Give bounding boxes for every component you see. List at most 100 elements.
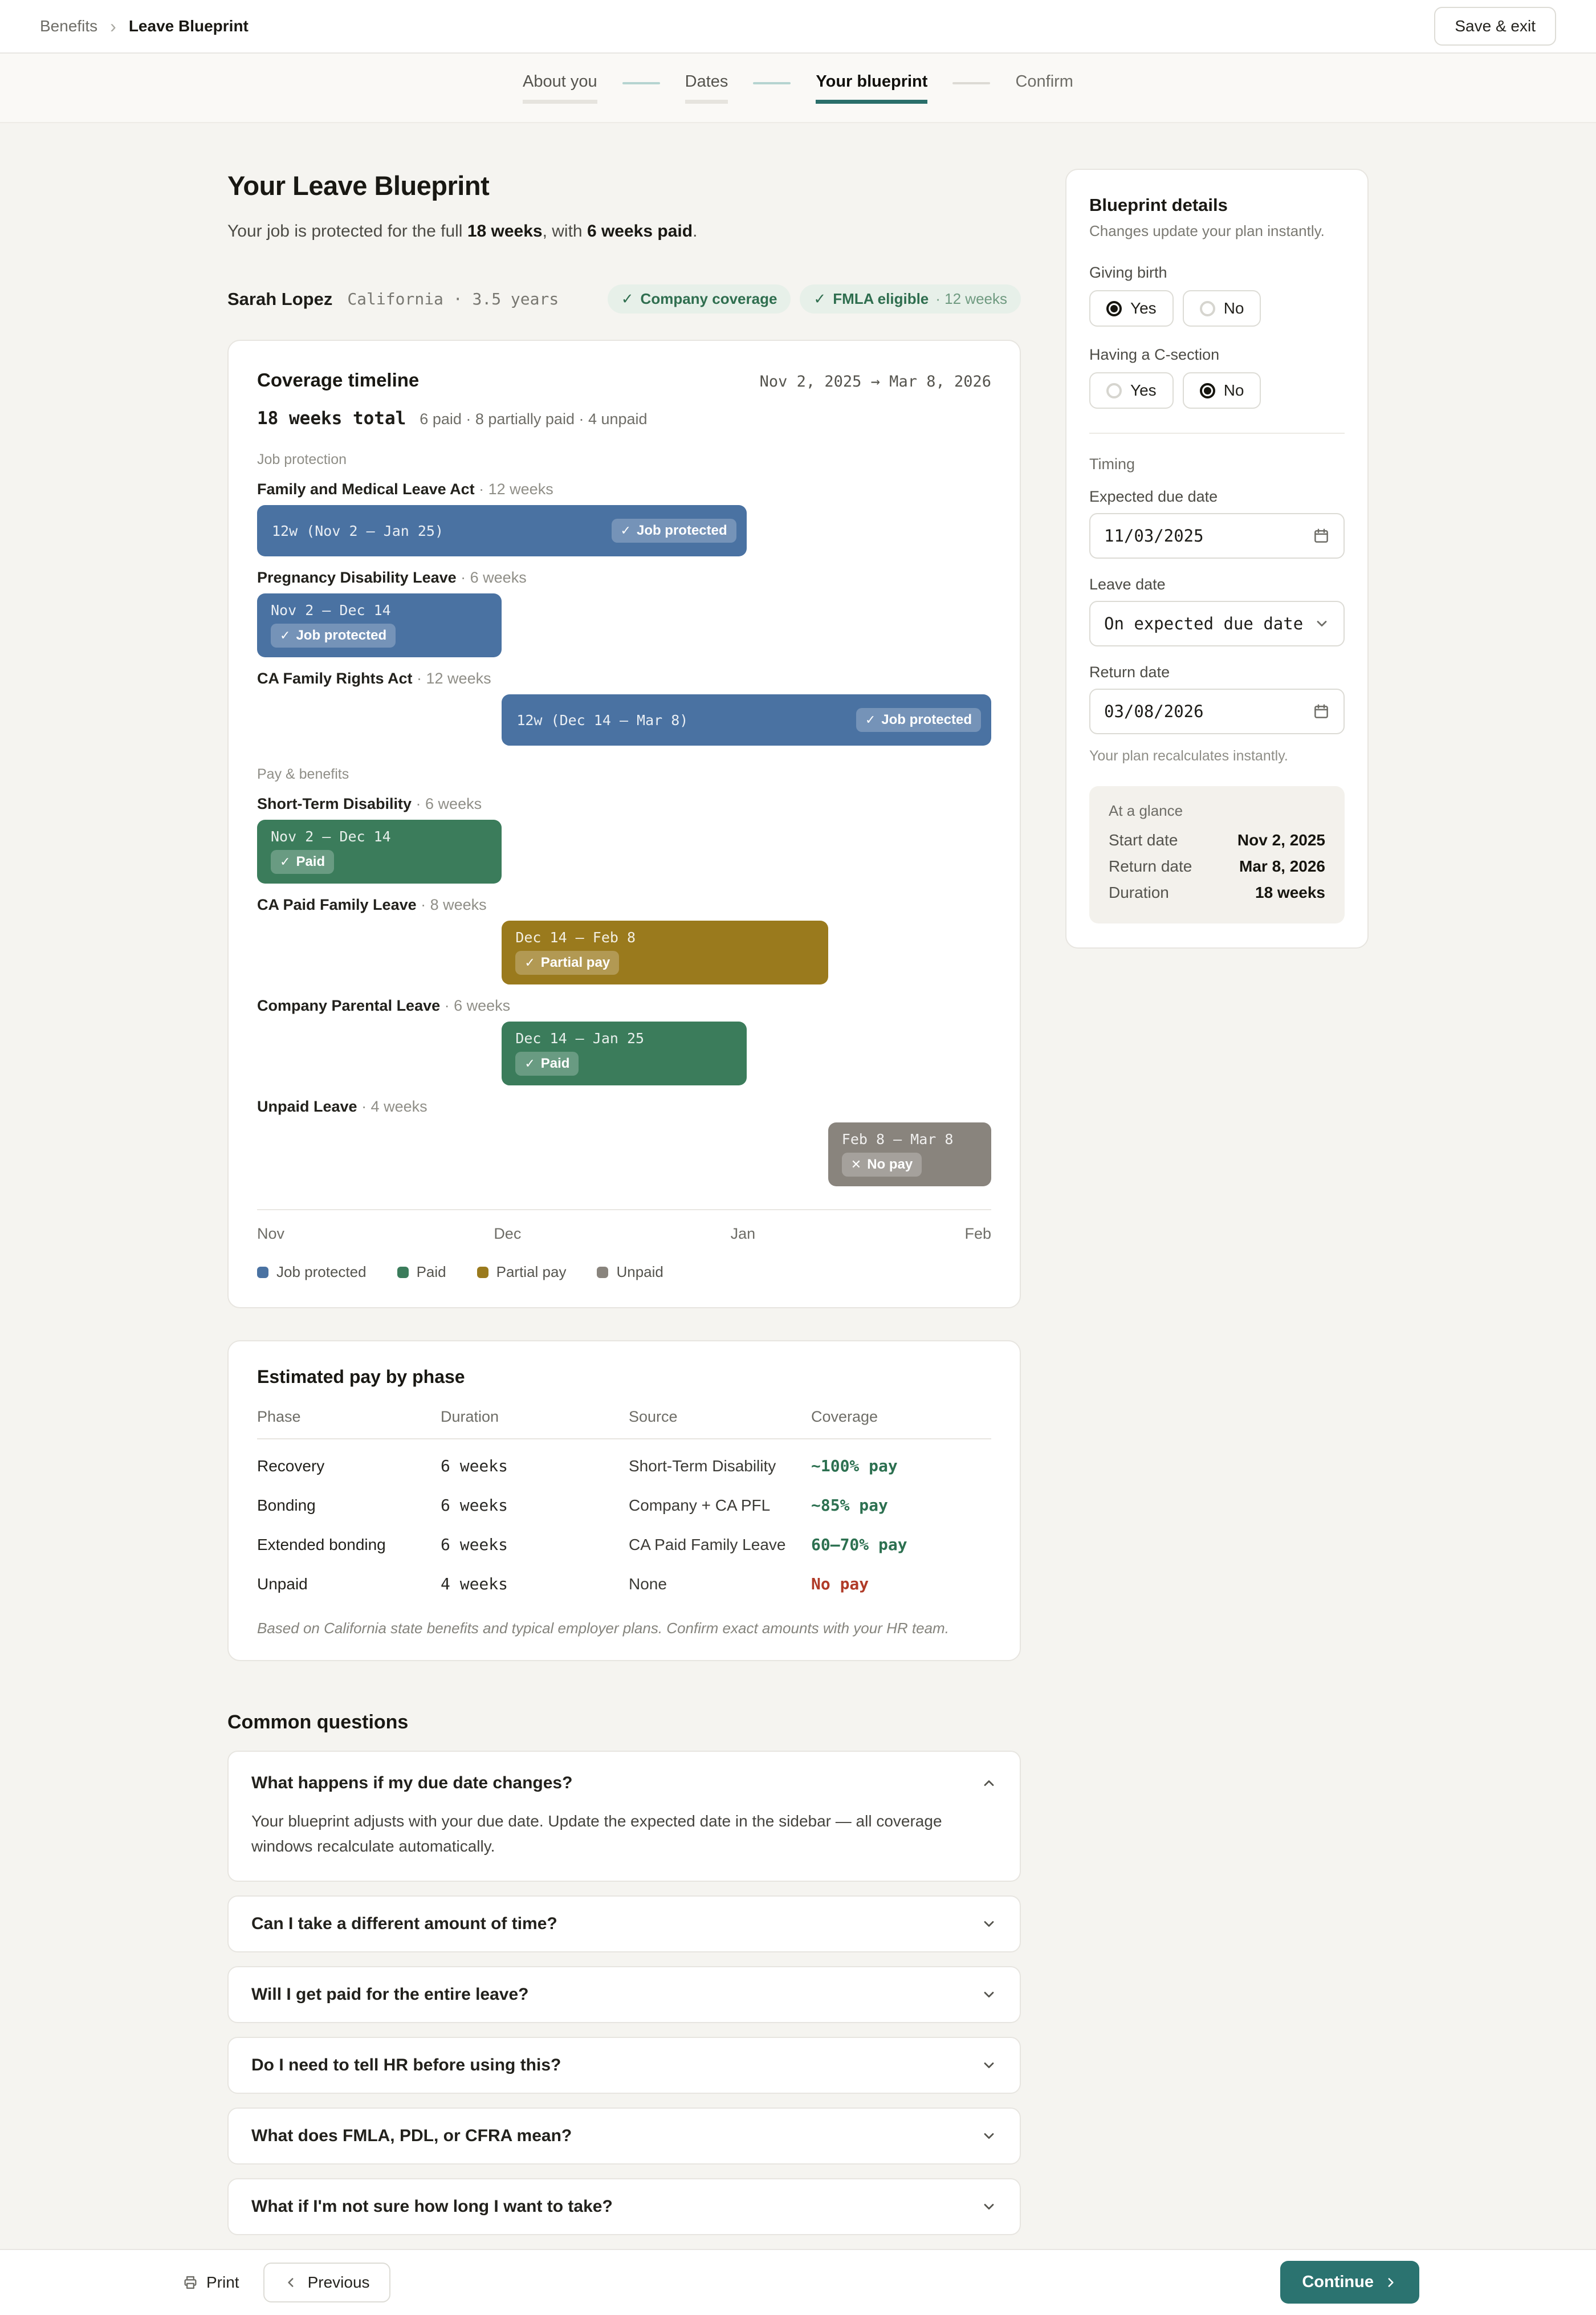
return-date-input[interactable]: 03/08/2026	[1089, 689, 1345, 734]
pay-coverage: No pay	[811, 1574, 991, 1593]
timeline-row-ca-paid-family-leave: CA Paid Family Leave · 8 weeksDec 14 – F…	[257, 896, 991, 984]
step-about-you[interactable]: About you	[523, 72, 597, 104]
faq-question-text: Will I get paid for the entire leave?	[251, 1985, 529, 2004]
check-icon: ✓	[280, 628, 290, 643]
month-label-nov: Nov	[257, 1225, 284, 1243]
badge-company-coverage: ✓Company coverage	[608, 284, 791, 314]
faq-question-will-i-get-paid-for-the-entire-leave[interactable]: Will I get paid for the entire leave?	[251, 1985, 997, 2004]
timeline-track: Nov 2 – Dec 14✓Job protected	[257, 593, 991, 657]
giving-birth-option-yes[interactable]: Yes	[1089, 290, 1174, 327]
giving-birth-option-no[interactable]: No	[1183, 290, 1261, 327]
chevron-up-icon	[981, 1775, 997, 1791]
glance-label: Duration	[1109, 884, 1169, 902]
x-icon: ✕	[851, 1157, 861, 1172]
legend-item-job-protected: Job protected	[257, 1263, 367, 1281]
step-confirm[interactable]: Confirm	[1015, 72, 1073, 104]
step-dates[interactable]: Dates	[685, 72, 728, 104]
status-pill-label: No pay	[867, 1157, 913, 1173]
timeline-bar-family-and-medical-leave-act: 12w (Nov 2 – Jan 25)✓Job protected	[257, 505, 747, 556]
pay-source: Short-Term Disability	[629, 1457, 811, 1475]
check-icon: ✓	[813, 290, 826, 308]
previous-button[interactable]: Previous	[263, 2263, 390, 2302]
faq-question-can-i-take-a-different-amount-of-time[interactable]: Can I take a different amount of time?	[251, 1914, 997, 1934]
glance-row-start-date: Start dateNov 2, 2025	[1109, 831, 1325, 849]
timing-section-label: Timing	[1089, 455, 1345, 473]
timeline-bar-ca-family-rights-act: 12w (Dec 14 – Mar 8)✓Job protected	[502, 694, 991, 746]
leave-name: CA Paid Family Leave	[257, 896, 417, 913]
footer-left: Print Previous	[182, 2263, 390, 2302]
pay-coverage: ~100% pay	[811, 1456, 991, 1475]
check-icon: ✓	[621, 523, 631, 538]
chevron-right-icon	[1383, 2275, 1398, 2290]
pay-row-unpaid: Unpaid4 weeksNoneNo pay	[257, 1564, 991, 1604]
bar-date-text: Nov 2 – Dec 14	[271, 602, 502, 619]
field-value: 11/03/2025	[1104, 526, 1204, 546]
faq-question-what-does-fmla-pdl-or-cfra-mean[interactable]: What does FMLA, PDL, or CFRA mean?	[251, 2126, 997, 2146]
faq-item: What does FMLA, PDL, or CFRA mean?	[227, 2107, 1021, 2165]
step-connector	[622, 82, 660, 84]
status-pill-label: Paid	[541, 1056, 570, 1072]
chevron-down-icon	[981, 1987, 997, 2003]
chevron-down-icon	[1314, 616, 1330, 632]
field-value: 03/08/2026	[1104, 702, 1204, 721]
leave-date-select[interactable]: On expected due date	[1089, 601, 1345, 646]
field-label: Expected due date	[1089, 488, 1345, 506]
field-return-date: Return date03/08/2026	[1089, 664, 1345, 734]
timeline-breakdown: 6 paid · 8 partially paid · 4 unpaid	[420, 410, 647, 428]
pay-table-header: PhaseDurationSourceCoverage	[257, 1408, 991, 1439]
chevron-down-icon	[981, 2128, 997, 2144]
check-icon: ✓	[524, 1056, 535, 1071]
timeline-row-company-parental-leave: Company Parental Leave · 6 weeksDec 14 –…	[257, 997, 991, 1085]
toggle-group-giving-birth: Giving birthYesNo	[1089, 264, 1345, 327]
leave-duration: · 12 weeks	[413, 670, 491, 687]
leave-name: Pregnancy Disability Leave	[257, 569, 457, 586]
legend-label: Job protected	[276, 1263, 367, 1281]
radio-icon	[1106, 383, 1122, 398]
pay-phase: Extended bonding	[257, 1536, 441, 1554]
option-label: Yes	[1130, 299, 1157, 318]
timeline-summary: 18 weeks total 6 paid · 8 partially paid…	[257, 408, 991, 429]
timeline-bar-ca-paid-family-leave: Dec 14 – Feb 8✓Partial pay	[502, 921, 828, 984]
timeline-total: 18 weeks total	[257, 408, 406, 429]
content: Your Leave Blueprint Your job is protect…	[227, 169, 1369, 2249]
print-button[interactable]: Print	[182, 2273, 239, 2292]
timeline-row-ca-family-rights-act: CA Family Rights Act · 12 weeks12w (Dec …	[257, 670, 991, 746]
coverage-timeline-card: Coverage timeline Nov 2, 2025 → Mar 8, 2…	[227, 340, 1021, 1308]
pay-source: Company + CA PFL	[629, 1496, 811, 1515]
legend-label: Paid	[417, 1263, 446, 1281]
field-expected-due-date: Expected due date 11/03/2025	[1089, 488, 1345, 559]
faq-question-what-if-i-m-not-sure-how-long-i-want-to-[interactable]: What if I'm not sure how long I want to …	[251, 2197, 997, 2216]
glance-row-duration: Duration18 weeks	[1109, 884, 1325, 902]
leave-duration: · 6 weeks	[457, 569, 527, 586]
having-a-c-section-option-yes[interactable]: Yes	[1089, 372, 1174, 409]
status-pill-label: Paid	[296, 854, 325, 870]
faq-question-what-happens-if-my-due-date-changes[interactable]: What happens if my due date changes?	[251, 1773, 997, 1793]
step-connector	[753, 82, 791, 84]
pay-footnote: Based on California state benefits and t…	[257, 1620, 991, 1637]
month-label-feb: Feb	[964, 1225, 991, 1243]
leave-duration: · 4 weeks	[357, 1098, 427, 1115]
pay-col-source: Source	[629, 1408, 811, 1426]
legend-item-partial-pay: Partial pay	[477, 1263, 567, 1281]
pay-duration: 6 weeks	[441, 1496, 629, 1515]
leave-name: Company Parental Leave	[257, 997, 440, 1014]
step-your-blueprint[interactable]: Your blueprint	[816, 72, 927, 104]
pay-col-phase: Phase	[257, 1408, 441, 1426]
expected-due-date-input[interactable]: 11/03/2025	[1089, 513, 1345, 559]
faq-question-do-i-need-to-tell-hr-before-using-this[interactable]: Do I need to tell HR before using this?	[251, 2056, 997, 2075]
timeline-track: Feb 8 – Mar 8✕No pay	[257, 1122, 991, 1186]
breadcrumb-chevron-icon: ›	[110, 17, 116, 35]
field-label: Leave date	[1089, 576, 1345, 593]
faq-list: What happens if my due date changes?Your…	[227, 1751, 1021, 2235]
month-label-dec: Dec	[494, 1225, 521, 1243]
timeline-row-label: Family and Medical Leave Act · 12 weeks	[257, 481, 991, 498]
pay-phase: Bonding	[257, 1496, 441, 1515]
timeline-bar-pregnancy-disability-leave: Nov 2 – Dec 14✓Job protected	[257, 593, 502, 657]
timeline-track: 12w (Nov 2 – Jan 25)✓Job protected	[257, 505, 991, 556]
calendar-icon	[1313, 703, 1330, 720]
save-exit-button[interactable]: Save & exit	[1434, 7, 1556, 46]
chevron-down-icon	[981, 2057, 997, 2073]
pay-duration: 6 weeks	[441, 1456, 629, 1475]
breadcrumb-benefits[interactable]: Benefits	[40, 17, 97, 35]
having-a-c-section-option-no[interactable]: No	[1183, 372, 1261, 409]
